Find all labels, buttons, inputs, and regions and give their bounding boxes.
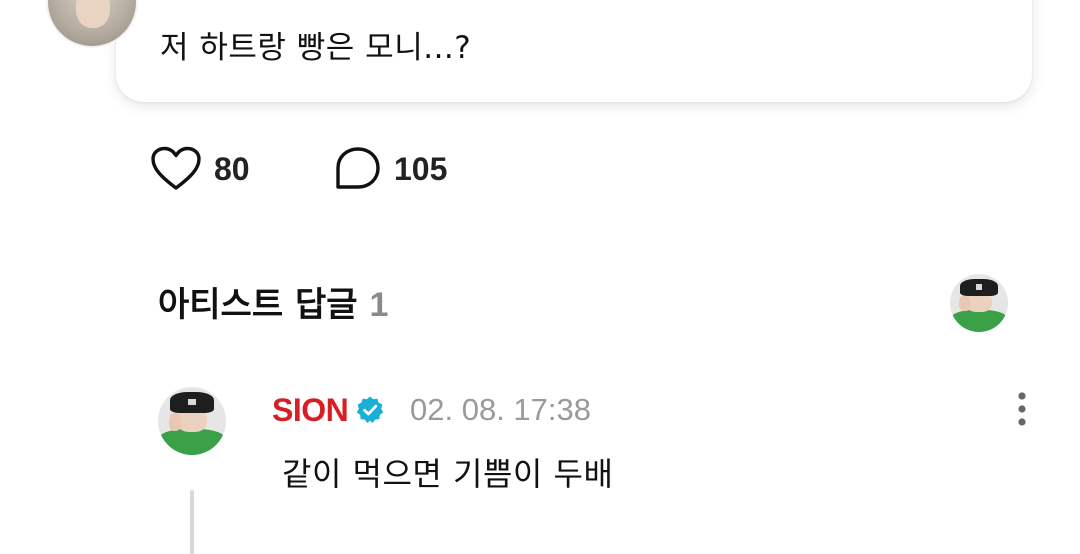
artist-avatar-small[interactable]	[950, 274, 1008, 332]
avatar-jacket	[950, 309, 1008, 332]
reply-timestamp: 02. 08. 17:38	[410, 392, 591, 427]
artist-replies-title: 아티스트 답글	[158, 285, 358, 325]
reply-text: 같이 먹으면 기쁨이 두배	[282, 455, 614, 493]
avatar-face	[76, 0, 110, 28]
thread-divider-line	[190, 490, 194, 554]
reply-author-name[interactable]: SION	[272, 390, 349, 430]
comment-button[interactable]: 105	[334, 144, 447, 194]
verified-badge-icon	[356, 396, 384, 423]
reply-author-avatar[interactable]	[158, 387, 226, 455]
avatar-hat-badge	[975, 284, 983, 290]
post-text: 저 하트랑 빵은 모니...?	[160, 30, 472, 66]
comment-count: 105	[394, 150, 448, 187]
like-count: 80	[214, 150, 250, 187]
post-detail-page: 저 하트랑 빵은 모니...? 80 105 아티스트 답글 1 SION 02…	[0, 0, 1080, 554]
speech-bubble-icon	[336, 147, 380, 189]
avatar-jacket	[158, 429, 226, 455]
avatar-hat-badge	[187, 399, 197, 406]
avatar-hand	[168, 412, 182, 431]
avatar-hand	[959, 296, 970, 312]
artist-replies-count: 1	[369, 286, 389, 324]
artist-replies-header: 아티스트 답글 1	[158, 280, 388, 330]
like-button[interactable]: 80	[150, 144, 250, 194]
heart-outline-icon	[151, 146, 201, 190]
more-vertical-icon[interactable]	[1008, 390, 1036, 430]
